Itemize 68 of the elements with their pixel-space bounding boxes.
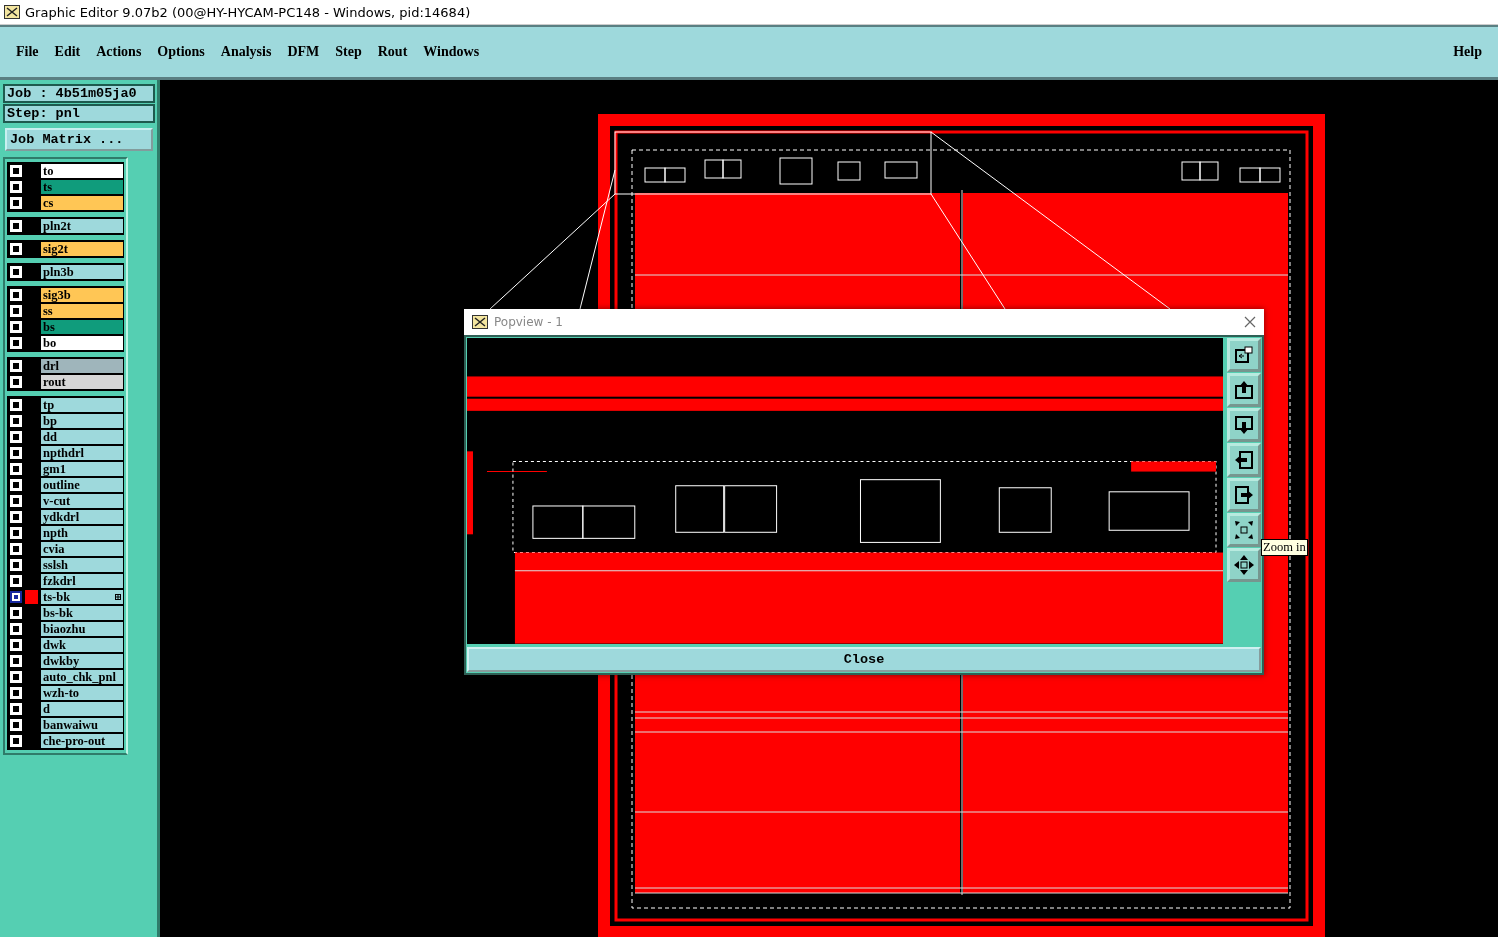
close-icon[interactable] bbox=[1244, 316, 1256, 329]
layer-name[interactable]: rout bbox=[41, 375, 123, 389]
layer-name[interactable]: biaozhu bbox=[41, 622, 123, 636]
view-tool-button[interactable] bbox=[1227, 478, 1261, 513]
view-tool-button[interactable] bbox=[1227, 548, 1261, 583]
menu-item[interactable]: Edit bbox=[46, 44, 89, 60]
grid-icon bbox=[115, 594, 121, 600]
layer-name[interactable]: bs-bk bbox=[41, 606, 123, 620]
menu-item[interactable]: Rout bbox=[369, 44, 416, 60]
layer-name[interactable]: tp bbox=[41, 398, 123, 412]
menu-item[interactable]: Windows bbox=[415, 44, 488, 60]
layer-name[interactable]: wzh-to bbox=[41, 686, 123, 700]
view-tool-button[interactable] bbox=[1227, 338, 1261, 373]
layer-name[interactable]: dwkby bbox=[41, 654, 123, 668]
layer-name[interactable]: ss bbox=[41, 304, 123, 318]
layer-name[interactable]: npth bbox=[41, 526, 123, 540]
layer-checkbox[interactable] bbox=[10, 591, 22, 603]
layer-name[interactable]: ts bbox=[41, 180, 123, 194]
layer-name[interactable]: cvia bbox=[41, 542, 123, 556]
tooltip: Zoom in bbox=[1261, 539, 1308, 557]
view-tool-button[interactable] bbox=[1227, 373, 1261, 408]
layer-name[interactable]: npthdrl bbox=[41, 446, 123, 460]
menu-item[interactable]: Analysis bbox=[212, 44, 280, 60]
view-tool-button[interactable] bbox=[1227, 513, 1261, 548]
layer-name[interactable]: ts-bk bbox=[41, 590, 123, 604]
help-menu[interactable]: Help bbox=[1445, 44, 1490, 60]
layer-name[interactable]: che-pro-out bbox=[41, 734, 123, 748]
layer-name[interactable]: pln2t bbox=[41, 219, 123, 233]
layer-name[interactable]: banwaiwu bbox=[41, 718, 123, 732]
menu-item[interactable]: Options bbox=[149, 44, 213, 60]
layer-name[interactable]: pln3b bbox=[41, 265, 123, 279]
layer-name[interactable]: sslsh bbox=[41, 558, 123, 572]
window-title: Graphic Editor 9.07b2 (00@HY-HYCAM-PC148 - Windows, pid:14684) bbox=[25, 4, 471, 20]
menu-item[interactable]: Step bbox=[327, 44, 370, 60]
menu-item[interactable]: File bbox=[8, 44, 47, 60]
layer-name[interactable]: ydkdrl bbox=[41, 510, 123, 524]
layer-name[interactable]: dwk bbox=[41, 638, 123, 652]
job-label: Job : 4b51m05ja0 bbox=[3, 84, 155, 103]
layer-name[interactable]: bp bbox=[41, 414, 123, 428]
step-label: Step: pnl bbox=[3, 104, 155, 123]
close-button[interactable]: Close bbox=[467, 647, 1261, 672]
app-icon bbox=[472, 315, 488, 330]
layer-name[interactable]: gm1 bbox=[41, 462, 123, 476]
left-arrow-icon bbox=[1233, 449, 1255, 472]
layer-name[interactable]: sig2t bbox=[41, 242, 123, 256]
job-matrix-button[interactable]: Job Matrix ... bbox=[5, 128, 153, 151]
app-icon bbox=[4, 5, 20, 19]
layer-name[interactable]: bo bbox=[41, 336, 123, 350]
view-tool-button[interactable] bbox=[1227, 408, 1261, 443]
menu-item[interactable]: DFM bbox=[279, 44, 328, 60]
layer-name[interactable]: outline bbox=[41, 478, 123, 492]
layer-name[interactable]: v-cut bbox=[41, 494, 123, 508]
layer-name[interactable]: auto_chk_pnl bbox=[41, 670, 123, 684]
right-arrow-icon bbox=[1233, 484, 1255, 507]
layer-name[interactable]: dd bbox=[41, 430, 123, 444]
zoom-in-icon bbox=[1233, 519, 1255, 542]
layer-name[interactable]: cs bbox=[41, 196, 123, 210]
layer-name[interactable]: sig3b bbox=[41, 288, 123, 302]
layer-name[interactable]: d bbox=[41, 702, 123, 716]
layer-name[interactable]: fzkdrl bbox=[41, 574, 123, 588]
pan-icon bbox=[1233, 554, 1255, 577]
layer-name[interactable]: to bbox=[41, 164, 123, 178]
view-tool-button[interactable] bbox=[1227, 443, 1261, 478]
menu-item[interactable]: Actions bbox=[88, 44, 150, 60]
layer-name[interactable]: drl bbox=[41, 359, 123, 373]
popview-title: Popview - 1 bbox=[494, 315, 563, 330]
up-arrow-icon bbox=[1233, 379, 1255, 402]
layer-name[interactable]: bs bbox=[41, 320, 123, 334]
